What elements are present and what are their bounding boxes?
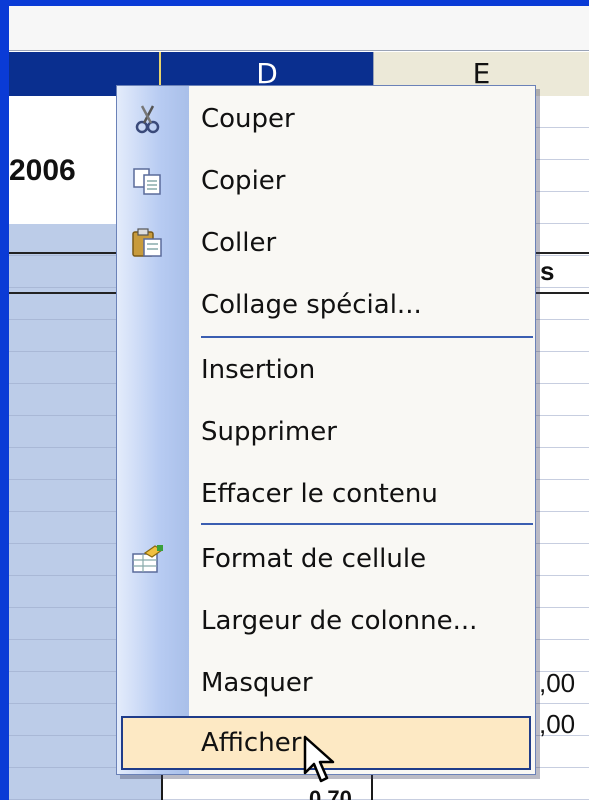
menu-item-delete[interactable]: Supprimer [117, 403, 535, 461]
menu-item-label: Format de cellule [201, 544, 427, 574]
paste-icon [131, 228, 165, 258]
column-e-header-text: s [540, 256, 555, 286]
menu-item-label: Supprimer [201, 417, 337, 447]
menu-separator [201, 336, 533, 338]
cell-value[interactable]: ,00 [539, 668, 575, 699]
menu-item-label: Largeur de colonne... [201, 606, 478, 636]
menu-item-label: Insertion [201, 355, 316, 385]
year-cell[interactable]: 2006 [9, 154, 76, 188]
menu-item-paste-special[interactable]: Collage spécial... [117, 276, 535, 334]
formula-bar[interactable] [9, 6, 589, 51]
copy-icon [131, 166, 165, 196]
context-menu: Couper Copier Coller Collage spécial... … [116, 85, 536, 775]
menu-item-label: Effacer le contenu [201, 479, 438, 509]
mouse-pointer-icon [303, 735, 339, 791]
menu-item-copy[interactable]: Copier [117, 152, 535, 210]
menu-item-insert[interactable]: Insertion [117, 341, 535, 399]
menu-item-hide[interactable]: Masquer [117, 654, 535, 712]
menu-item-label: Masquer [201, 668, 313, 698]
menu-item-cut[interactable]: Couper [117, 90, 535, 148]
menu-item-label: Collage spécial... [201, 290, 422, 320]
menu-item-clear-contents[interactable]: Effacer le contenu [117, 465, 535, 523]
menu-item-label: Couper [201, 104, 295, 134]
cell-value[interactable]: ,00 [539, 709, 575, 740]
menu-item-label: Afficher [201, 728, 302, 758]
menu-item-paste[interactable]: Coller [117, 214, 535, 272]
menu-item-label: Coller [201, 228, 277, 258]
scissors-icon [131, 104, 165, 134]
menu-separator [201, 523, 533, 525]
menu-item-format-cells[interactable]: Format de cellule [117, 530, 535, 588]
format-cells-icon [131, 544, 165, 574]
menu-item-label: Copier [201, 166, 286, 196]
menu-item-column-width[interactable]: Largeur de colonne... [117, 592, 535, 650]
